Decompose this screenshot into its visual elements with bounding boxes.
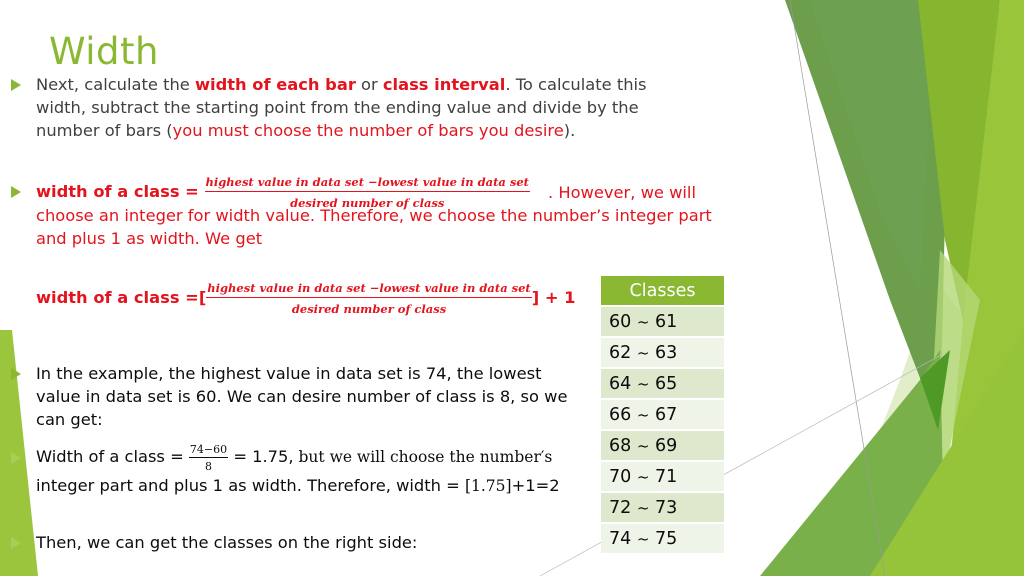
table-row: 68 ~ 69 (601, 430, 724, 462)
text-run: or (355, 75, 383, 94)
example-line-2: integer part and plus 1 as width. Theref… (36, 476, 465, 495)
text-run: Next, calculate the (36, 75, 195, 94)
thin-line-1 (789, 0, 886, 576)
example-result: = 1.75, (233, 447, 294, 466)
fraction-denominator: desired number of class (291, 302, 447, 316)
range-separator: ~ (636, 529, 650, 548)
table-row: 74 ~ 75 (601, 523, 724, 555)
fraction-numerator: 74−60 (188, 442, 229, 458)
bullet-3-formula-line: width of a class =[highest value in data… (36, 278, 576, 318)
class-range-cell: 66 ~ 67 (601, 399, 724, 431)
right-shape-darkgreen-2 (810, 0, 935, 290)
class-range-cell: 62 ~ 63 (601, 337, 724, 369)
slide-title: Width (49, 30, 159, 73)
table-row: 66 ~ 67 (601, 399, 724, 431)
fraction-numerator: highest value in data set −lowest value … (206, 281, 532, 298)
table-row: 62 ~ 63 (601, 337, 724, 369)
text-run: ). (563, 121, 576, 140)
range-separator: ~ (636, 312, 650, 331)
class-range-cell: 70 ~ 71 (601, 461, 724, 493)
class-lower-bound: 66 (609, 404, 632, 425)
class-upper-bound: 61 (655, 311, 678, 332)
width-formula-fraction-bracketed: highest value in data set −lowest value … (206, 281, 532, 316)
table-row: 70 ~ 71 (601, 461, 724, 493)
right-shape-pale (830, 280, 1024, 576)
range-separator: ~ (636, 436, 650, 455)
example-floor-value: [1.75] (464, 477, 512, 495)
bullet-arrow-icon (11, 452, 21, 464)
table-row: 60 ~ 61 (601, 306, 724, 338)
example-fraction: 74−60 8 (188, 442, 229, 473)
class-upper-bound: 75 (655, 528, 678, 549)
conclusion-text: Then, we can get the classes on the righ… (36, 533, 418, 552)
range-separator: ~ (636, 467, 650, 486)
class-lower-bound: 60 (609, 311, 632, 332)
formula-plus-one: ] + 1 (531, 288, 576, 307)
emphasis-choose-bars: you must choose the number of bars you d… (172, 121, 564, 140)
class-upper-bound: 63 (655, 342, 678, 363)
bullet-1-text: Next, calculate the width of each bar or… (36, 73, 686, 142)
range-separator: ~ (636, 343, 650, 362)
bullet-arrow-icon (11, 186, 21, 198)
classes-header: Classes (601, 276, 724, 307)
class-upper-bound: 73 (655, 497, 678, 518)
class-upper-bound: 67 (655, 404, 678, 425)
fraction-denominator: 8 (205, 459, 213, 473)
right-shape-midgreen (760, 350, 945, 576)
class-lower-bound: 68 (609, 435, 632, 456)
example-label: Width of a class = (36, 447, 189, 466)
class-upper-bound: 69 (655, 435, 678, 456)
example-description: In the example, the highest value in dat… (36, 364, 568, 429)
right-shape-lime (940, 0, 1024, 576)
class-range-cell: 68 ~ 69 (601, 430, 724, 462)
bullet-arrow-icon (11, 368, 21, 380)
bullet-4-text: In the example, the highest value in dat… (36, 362, 581, 431)
class-range-cell: 74 ~ 75 (601, 523, 724, 555)
class-range-cell: 64 ~ 65 (601, 368, 724, 400)
bullet-5-line-2: integer part and plus 1 as width. Theref… (36, 474, 560, 498)
class-lower-bound: 62 (609, 342, 632, 363)
range-separator: ~ (636, 374, 650, 393)
emphasis-width-of-each-bar: width of each bar (194, 75, 356, 94)
table-row: 72 ~ 73 (601, 492, 724, 524)
class-range-cell: 72 ~ 73 (601, 492, 724, 524)
bullet-arrow-icon (11, 79, 21, 91)
bullet-6-text: Then, we can get the classes on the righ… (36, 531, 417, 554)
table-row: 64 ~ 65 (601, 368, 724, 400)
bullet-arrow-icon (11, 537, 21, 549)
right-shape-lightlime (930, 250, 980, 470)
right-shape-olive (918, 0, 1000, 330)
class-lower-bound: 72 (609, 497, 632, 518)
classes-table-body: 60 ~ 61 62 ~ 63 64 ~ 65 66 ~ 67 68 ~ 69 70 ~ … (601, 306, 724, 555)
right-shape-darkgreen (785, 0, 950, 430)
range-separator: ~ (636, 405, 650, 424)
classes-table: Classes 60 ~ 61 62 ~ 63 64 ~ 65 66 ~ 67 68 ~… (601, 276, 724, 555)
example-serif-text: but we will choose the number′s (293, 448, 553, 466)
right-shape-bright (870, 330, 1024, 576)
bullet-2-continuation: . However, we will choose an integer for… (36, 181, 726, 250)
range-separator: ~ (636, 498, 650, 517)
class-lower-bound: 70 (609, 466, 632, 487)
bullet-2-after-text: . However, we will choose an integer for… (36, 183, 712, 248)
right-shape-deepgreen (920, 350, 950, 430)
class-lower-bound: 64 (609, 373, 632, 394)
class-upper-bound: 71 (655, 466, 678, 487)
class-lower-bound: 74 (609, 528, 632, 549)
class-range-cell: 60 ~ 61 (601, 306, 724, 338)
emphasis-class-interval: class interval (382, 75, 506, 94)
bullet-5-line-1: Width of a class = 74−60 8 = 1.75, but we… (36, 438, 552, 476)
example-final-width: +1=2 (511, 476, 560, 495)
formula-label-bracketed: width of a class =[ (36, 288, 207, 307)
class-upper-bound: 65 (655, 373, 678, 394)
